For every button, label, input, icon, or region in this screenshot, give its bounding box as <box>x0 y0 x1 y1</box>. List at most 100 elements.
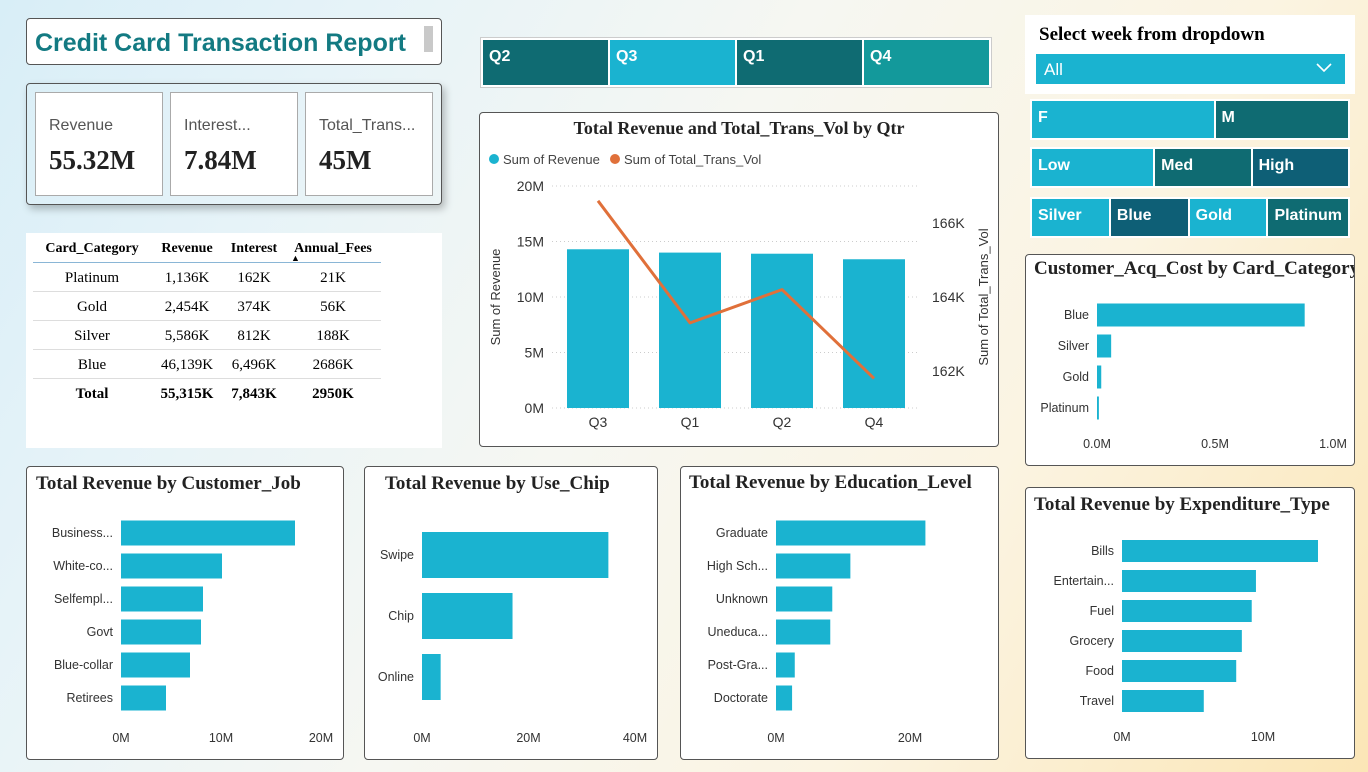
quarter-slicer: Q2 Q3 Q1 Q4 <box>480 37 992 88</box>
category-label: Entertain... <box>1054 574 1114 588</box>
week-dropdown-value: All <box>1044 60 1063 79</box>
kpi-card-interest[interactable]: Interest... 7.84M <box>170 92 298 196</box>
bar <box>422 532 609 578</box>
slicer-option-blue[interactable]: Blue <box>1110 199 1188 236</box>
slicer-option-platinum[interactable]: Platinum <box>1268 199 1348 236</box>
legend-marker-trans-vol <box>610 154 620 164</box>
category-label: Fuel <box>1090 604 1114 618</box>
slicer-option-f[interactable]: F <box>1032 101 1214 138</box>
acq-cost-chart-svg: Customer_Acq_Cost by Card_Category Blue Si… <box>1034 258 1360 451</box>
slicer-option-q2[interactable]: Q2 <box>483 40 608 85</box>
bar <box>1122 570 1256 592</box>
kpi-card-total-trans[interactable]: Total_Trans... 45M <box>305 92 433 196</box>
category-label: Graduate <box>716 526 768 540</box>
chevron-down-icon <box>1315 58 1333 79</box>
column-header[interactable]: Card_Category <box>33 238 151 263</box>
chart-title: Total Revenue by Expenditure_Type <box>1034 494 1330 515</box>
category-label: White-co... <box>53 559 113 573</box>
tick-label: 20M <box>516 731 540 745</box>
y-tick-label: 15M <box>517 234 544 250</box>
slicer-option-gold[interactable]: Gold <box>1189 199 1267 236</box>
bar <box>776 586 833 612</box>
bar <box>422 654 441 700</box>
table-cell: 374K <box>223 291 285 321</box>
legend-marker-revenue <box>489 154 499 164</box>
use-chip-chart: Total Revenue by Use_Chip Swipe Chip Online… <box>364 466 658 760</box>
bar <box>121 652 190 678</box>
total-cell: Total <box>33 378 151 408</box>
total-cell: 7,843K <box>223 378 285 408</box>
category-label: Blue <box>1064 308 1089 322</box>
scrollbar-thumb[interactable] <box>424 26 433 52</box>
table-cell: 1,136K <box>151 262 223 292</box>
education-level-chart: Total Revenue by Education_Level Graduate… <box>680 466 999 760</box>
y-tick-label: 20M <box>517 178 544 194</box>
report-title-box: Credit Card Transaction Report <box>26 18 442 65</box>
bar <box>1122 630 1242 652</box>
table-row[interactable]: Gold 2,454K 374K 56K <box>33 291 381 321</box>
kpi-value: 45M <box>319 145 372 175</box>
bar <box>751 253 813 408</box>
category-label: Business... <box>52 526 113 540</box>
category-label: Online <box>378 670 414 684</box>
table-cell: 812K <box>223 320 285 350</box>
bar <box>121 586 203 612</box>
tick-label: 40M <box>623 731 647 745</box>
table-row[interactable]: Blue 46,139K 6,496K 2686K <box>33 349 381 379</box>
legend-label: Sum of Total_Trans_Vol <box>624 152 761 167</box>
sort-ascending-icon: ▲ <box>291 253 300 263</box>
education-level-chart-svg: Total Revenue by Education_Level Graduate… <box>689 472 972 745</box>
slicer-option-high[interactable]: High <box>1252 149 1348 186</box>
table-cell: Platinum <box>33 262 151 292</box>
customer-job-chart: Total Revenue by Customer_Job Business...… <box>26 466 344 760</box>
category-label: Grocery <box>1070 634 1115 648</box>
column-header[interactable]: Revenue <box>151 238 223 263</box>
table-cell: 162K <box>223 262 285 292</box>
slicer-option-q1[interactable]: Q1 <box>737 40 862 85</box>
gender-slicer: F M <box>1030 99 1350 140</box>
bar <box>567 249 629 408</box>
kpi-card-revenue[interactable]: Revenue 55.32M <box>35 92 163 196</box>
chart-title: Total Revenue by Use_Chip <box>385 473 610 494</box>
column-header[interactable]: Interest <box>223 238 285 263</box>
tick-label: 0.0M <box>1083 437 1111 451</box>
card-category-matrix: Card_Category Revenue Interest Annual_Fe… <box>26 233 442 448</box>
week-dropdown[interactable]: All <box>1036 54 1345 84</box>
column-header-annual-fees[interactable]: Annual_Fees ▲ <box>285 238 381 263</box>
kpi-label: Revenue <box>49 117 114 134</box>
kpi-value: 55.32M <box>49 145 136 175</box>
report-title: Credit Card Transaction Report <box>35 29 406 57</box>
slicer-option-q4[interactable]: Q4 <box>864 40 989 85</box>
use-chip-chart-svg: Total Revenue by Use_Chip Swipe Chip Online… <box>378 473 647 745</box>
legend-label: Sum of Revenue <box>503 152 600 167</box>
category-label: Bills <box>1091 544 1114 558</box>
income-slicer: Low Med High <box>1030 147 1350 188</box>
category-label: Platinum <box>1040 401 1089 415</box>
tick-label: 0M <box>413 731 430 745</box>
slicer-option-q3[interactable]: Q3 <box>610 40 735 85</box>
table-cell: 21K <box>285 262 381 292</box>
table-row[interactable]: Silver 5,586K 812K 188K <box>33 320 381 350</box>
y2-tick-label: 162K <box>932 363 965 379</box>
combo-chart-svg: Total Revenue and Total_Trans_Vol by Qtr… <box>488 118 991 430</box>
acq-cost-chart: Customer_Acq_Cost by Card_Category Blue Si… <box>1025 254 1360 466</box>
chart-title: Total Revenue by Education_Level <box>689 472 972 493</box>
week-filter: Select week from dropdown All <box>1025 15 1355 94</box>
category-label: Unknown <box>716 592 768 606</box>
y-tick-label: 0M <box>525 400 544 416</box>
table-row[interactable]: Platinum 1,136K 162K 21K <box>33 262 381 292</box>
card-category-slicer: Silver Blue Gold Platinum <box>1030 197 1350 238</box>
kpi-label: Interest... <box>184 117 251 134</box>
table-cell: 2,454K <box>151 291 223 321</box>
category-label: Silver <box>1058 339 1089 353</box>
category-label: Swipe <box>380 548 414 562</box>
revenue-trans-vol-chart: Total Revenue and Total_Trans_Vol by Qtr… <box>479 112 999 447</box>
tick-label: 10M <box>1251 730 1275 744</box>
bar <box>776 685 793 711</box>
slicer-option-m[interactable]: M <box>1215 101 1348 138</box>
slicer-option-med[interactable]: Med <box>1155 149 1251 186</box>
slicer-option-silver[interactable]: Silver <box>1032 199 1109 236</box>
slicer-option-low[interactable]: Low <box>1032 149 1154 186</box>
bar <box>1097 334 1112 358</box>
category-label: Govt <box>87 625 114 639</box>
